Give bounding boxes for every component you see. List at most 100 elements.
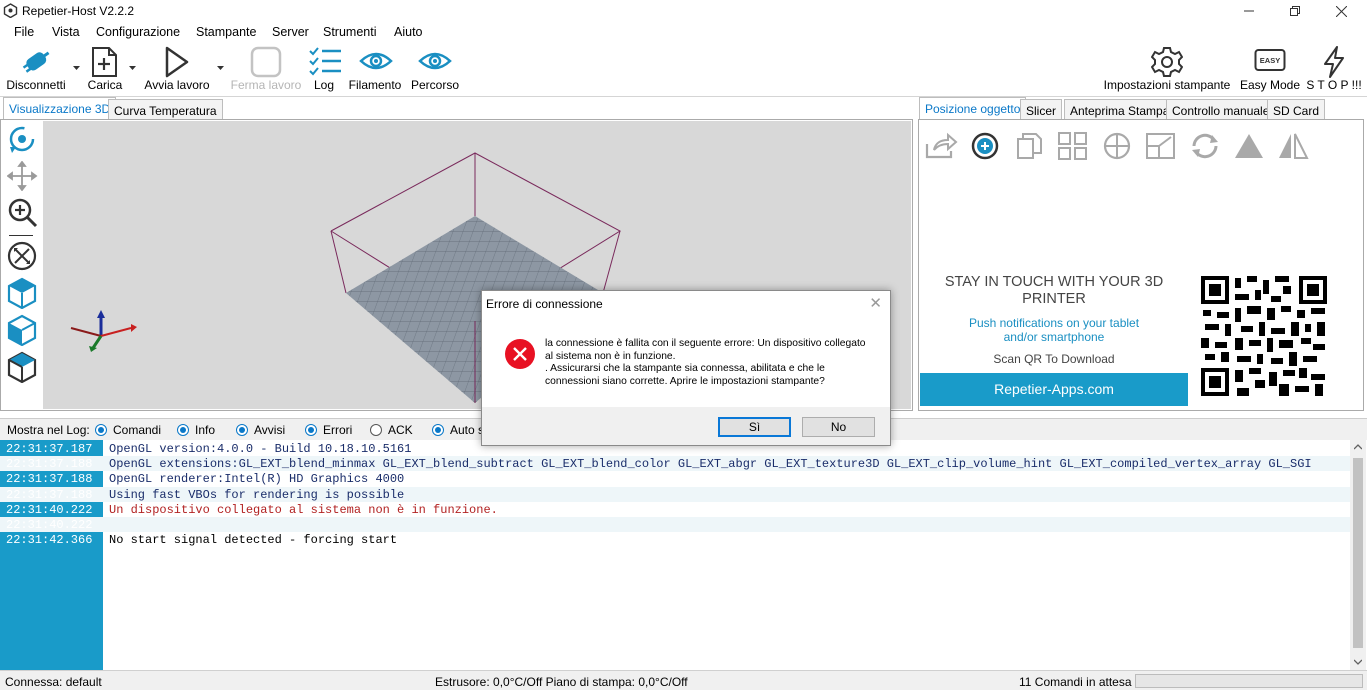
filter-errors[interactable]: Errori xyxy=(305,423,352,437)
restore-icon xyxy=(1290,6,1300,16)
stop-job-label: Ferma lavoro xyxy=(230,78,302,92)
menu-printer[interactable]: Stampante xyxy=(196,25,256,39)
load-button[interactable]: Carica xyxy=(84,42,126,96)
eye-icon xyxy=(418,52,452,70)
lightning-icon xyxy=(1324,46,1344,78)
progress-bar xyxy=(1135,674,1363,688)
start-job-button[interactable]: Avvia lavoro xyxy=(140,42,214,96)
promo-subtitle: Push notifications on your tablet and/or… xyxy=(968,316,1140,344)
emergency-stop-button[interactable]: S T O P !!! xyxy=(1304,42,1364,96)
plug-icon xyxy=(22,51,50,73)
tab-sd-card[interactable]: SD Card xyxy=(1267,99,1326,119)
promo-scan-text: Scan QR To Download xyxy=(993,352,1115,366)
fit-view-icon[interactable] xyxy=(7,241,39,271)
filter-info-radio[interactable] xyxy=(177,424,189,436)
filter-commands[interactable]: Comandi xyxy=(95,423,161,437)
sidebar-divider xyxy=(9,235,33,236)
scroll-down-icon[interactable] xyxy=(1354,659,1362,665)
center-object-icon[interactable] xyxy=(1100,132,1134,160)
log-row: 22:31:37.188 OpenGL renderer:Intel(R) HD … xyxy=(0,471,1350,486)
share-icon[interactable] xyxy=(924,132,958,160)
easy-mode-button[interactable]: EASY Easy Mode xyxy=(1238,42,1302,96)
copy-icon[interactable] xyxy=(1012,132,1046,160)
close-button[interactable] xyxy=(1318,0,1364,22)
filter-ack[interactable]: ACK xyxy=(370,423,413,437)
menu-tools[interactable]: Strumenti xyxy=(323,25,377,39)
yes-button[interactable]: Sì xyxy=(718,417,791,437)
stop-square-icon xyxy=(250,46,282,78)
menu-configuration[interactable]: Configurazione xyxy=(96,25,180,39)
log-row: 22:31:42.366 No start signal detected - f… xyxy=(0,532,1350,547)
dialog-title: Errore di connessione xyxy=(486,297,603,311)
menu-view[interactable]: Vista xyxy=(52,25,80,39)
gear-icon xyxy=(1151,47,1183,77)
dialog-close-icon[interactable]: ✕ xyxy=(869,294,882,312)
filter-warnings[interactable]: Avvisi xyxy=(236,423,285,437)
start-job-label: Avvia lavoro xyxy=(144,78,210,92)
printer-settings-button[interactable]: Impostazioni stampante xyxy=(1100,42,1234,96)
axis-gizmo xyxy=(70,310,137,352)
log-timestamp: 22:31:37.188 xyxy=(6,487,93,502)
tab-3d-view[interactable]: Visualizzazione 3D xyxy=(3,97,117,120)
no-button[interactable]: No xyxy=(802,417,875,437)
tab-slicer[interactable]: Slicer xyxy=(1020,99,1063,119)
scroll-up-icon[interactable] xyxy=(1354,444,1362,450)
mirror-icon[interactable] xyxy=(1276,132,1310,160)
tab-print-preview[interactable]: Anteprima Stampa xyxy=(1064,99,1176,119)
menu-file[interactable]: File xyxy=(14,25,34,39)
minimize-icon xyxy=(1244,10,1254,12)
filament-button[interactable]: Filamento xyxy=(346,42,404,96)
checklist-icon xyxy=(309,47,341,76)
rotate-view-icon[interactable] xyxy=(7,125,39,155)
cube-side-icon[interactable] xyxy=(7,351,39,383)
cube-top-icon[interactable] xyxy=(7,277,39,309)
start-dropdown-icon[interactable] xyxy=(217,66,224,71)
zoom-icon[interactable] xyxy=(7,197,39,229)
log-timestamp: 22:31:40.222 xyxy=(6,502,93,517)
repetier-apps-link[interactable]: Repetier-Apps.com xyxy=(920,373,1188,406)
log-message: Un dispositivo collegato al sistema non … xyxy=(109,502,498,517)
filter-ack-label: ACK xyxy=(388,423,413,437)
filter-autoscroll[interactable]: Auto s xyxy=(432,423,484,437)
menu-help[interactable]: Aiuto xyxy=(394,25,423,39)
move-view-icon[interactable] xyxy=(7,161,39,191)
toolbar: Disconnetti Carica Avvia lavoro Ferma la… xyxy=(0,42,1367,96)
log-timestamp: 22:31:40.222 xyxy=(6,518,93,532)
window-title: Repetier-Host V2.2.2 xyxy=(22,4,135,18)
drop-object-icon[interactable] xyxy=(1232,132,1266,160)
filter-info[interactable]: Info xyxy=(177,423,215,437)
load-dropdown-icon[interactable] xyxy=(129,66,136,71)
disconnect-dropdown-icon[interactable] xyxy=(73,66,80,71)
emergency-stop-label: S T O P !!! xyxy=(1306,78,1362,92)
scrollbar-thumb[interactable] xyxy=(1353,458,1363,648)
temperature-status: Estrusore: 0,0°C/Off Piano di stampa: 0,… xyxy=(435,675,688,689)
filter-warnings-radio[interactable] xyxy=(236,424,248,436)
tab-temperature-curve[interactable]: Curva Temperatura xyxy=(108,99,223,119)
add-object-icon[interactable] xyxy=(968,132,1002,160)
minimize-button[interactable] xyxy=(1226,0,1272,22)
disconnect-button[interactable]: Disconnetti xyxy=(2,42,70,96)
log-scrollbar[interactable] xyxy=(1350,440,1366,670)
cube-front-icon[interactable] xyxy=(7,314,39,346)
printer-settings-label: Impostazioni stampante xyxy=(1103,78,1231,92)
filter-errors-radio[interactable] xyxy=(305,424,317,436)
filter-warnings-label: Avvisi xyxy=(254,423,286,437)
tab-manual-control[interactable]: Controllo manuale xyxy=(1166,99,1276,119)
log-button[interactable]: Log xyxy=(306,42,342,96)
toolbar-divider xyxy=(0,96,1367,97)
menu-server[interactable]: Server xyxy=(272,25,309,39)
easy-mode-icon: EASY xyxy=(1254,49,1286,71)
status-bar: Connessa: default Estrusore: 0,0°C/Off P… xyxy=(0,670,1367,690)
scale-icon[interactable] xyxy=(1144,132,1178,160)
filter-autoscroll-radio[interactable] xyxy=(432,424,444,436)
filter-commands-radio[interactable] xyxy=(95,424,107,436)
path-button[interactable]: Percorso xyxy=(408,42,462,96)
rotate-object-icon[interactable] xyxy=(1188,132,1222,160)
tab-object-placement[interactable]: Posizione oggetto xyxy=(919,97,1027,120)
filter-ack-radio[interactable] xyxy=(370,424,382,436)
log-timestamp: 22:31:42.366 xyxy=(6,533,93,548)
restore-button[interactable] xyxy=(1272,0,1318,22)
stop-job-button[interactable]: Ferma lavoro xyxy=(229,42,303,96)
arrange-grid-icon[interactable] xyxy=(1056,132,1090,160)
dialog-footer: Sì No xyxy=(482,407,890,445)
